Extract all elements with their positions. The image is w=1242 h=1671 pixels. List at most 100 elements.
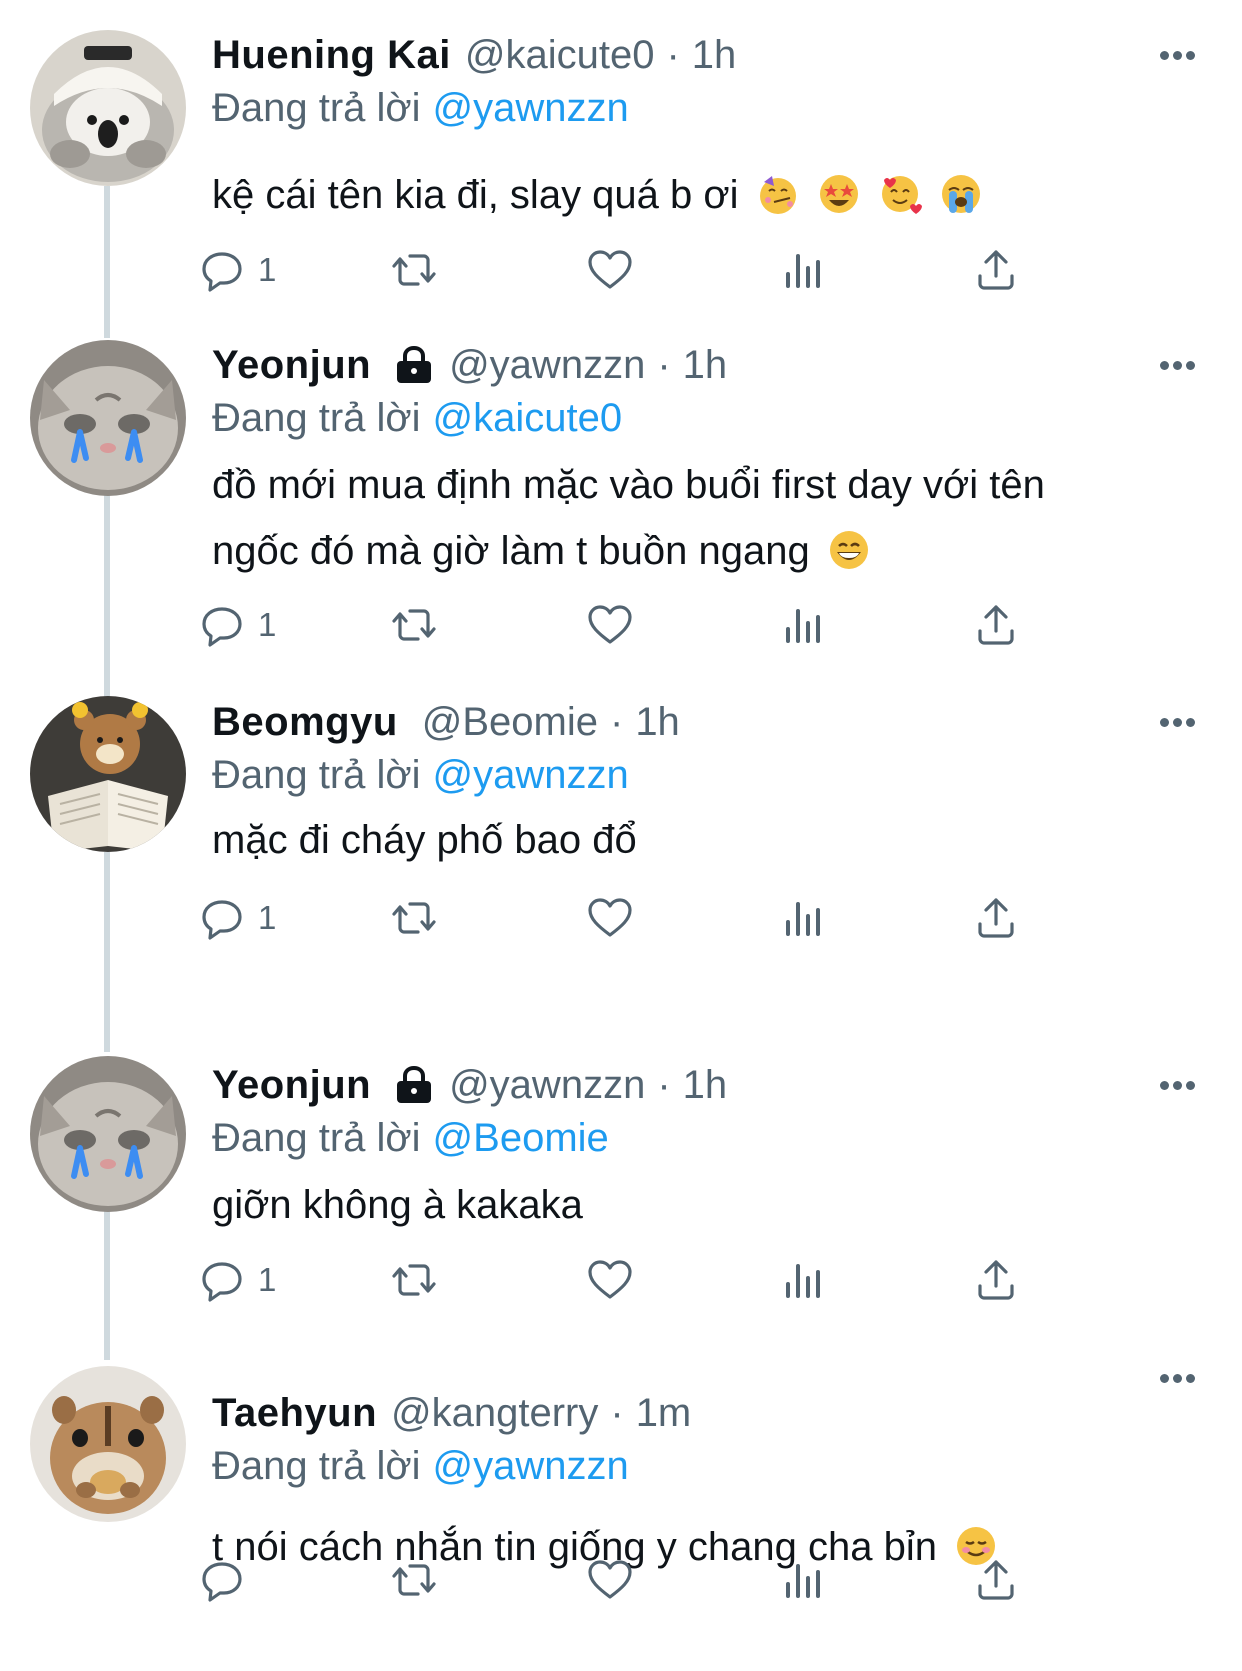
heart-icon <box>588 250 632 289</box>
separator-dot: · <box>609 699 624 744</box>
tweet-text-content: đồ mới mua định mặc vào buổi first day v… <box>212 463 1045 573</box>
more-options-icon[interactable] <box>1152 340 1202 390</box>
star-struck-emoji <box>819 175 858 213</box>
reply-button[interactable] <box>198 1550 258 1610</box>
tweet[interactable]: Huening Kai @kaicute0 · 1h Đang trả lời @… <box>0 0 1242 330</box>
like-button[interactable] <box>586 240 634 300</box>
tweet-actions: 1 <box>198 595 1038 655</box>
share-icon <box>978 250 1014 290</box>
reply-count: 1 <box>258 1261 277 1298</box>
retweet-button[interactable] <box>390 1250 438 1310</box>
display-name[interactable]: Huening Kai <box>212 33 451 78</box>
user-handle[interactable]: @yawnzzn <box>449 343 645 388</box>
share-button[interactable] <box>972 888 1020 948</box>
tweet-text: mặc đi cháy phố bao đổ <box>212 807 1202 873</box>
timestamp[interactable]: 1h <box>683 343 728 388</box>
views-button[interactable] <box>780 1550 828 1610</box>
tweet[interactable]: Yeonjun @yawnzzn · 1h Đang trả lời @kaicu… <box>0 330 1242 680</box>
reply-icon <box>202 900 242 940</box>
display-name[interactable]: Beomgyu <box>212 700 398 745</box>
share-button[interactable] <box>972 240 1020 300</box>
reply-count: 1 <box>258 899 277 936</box>
replying-to: Đang trả lời @yawnzzn <box>212 82 1202 134</box>
mention-link[interactable]: @yawnzzn <box>433 86 629 130</box>
crying-kitten-avatar[interactable] <box>30 1056 186 1212</box>
tweet-header: Huening Kai @kaicute0 · 1h <box>212 30 1202 80</box>
user-handle[interactable]: @kangterry <box>391 1391 598 1436</box>
reply-button[interactable]: 1 <box>198 1250 276 1310</box>
tweet[interactable]: Taehyun @kangterry · 1m Đang trả lời @yaw… <box>0 1360 1242 1671</box>
timestamp[interactable]: 1m <box>636 1391 692 1436</box>
tweet-text-content: mặc đi cháy phố bao đổ <box>212 818 637 862</box>
rilakkuma-book-avatar[interactable] <box>30 696 186 852</box>
more-options-icon[interactable] <box>1152 1060 1202 1110</box>
user-handle[interactable]: @yawnzzn <box>449 1063 645 1108</box>
tweet[interactable]: Yeonjun @yawnzzn · 1h Đang trả lời @Beomi… <box>0 1030 1242 1360</box>
smiling-face-with-hearts-emoji <box>881 176 922 214</box>
views-button[interactable] <box>780 595 828 655</box>
timestamp[interactable]: 1h <box>692 33 737 78</box>
views-button[interactable] <box>780 240 828 300</box>
partying-face-emoji <box>759 176 796 214</box>
bird-plush-avatar[interactable] <box>30 30 186 186</box>
retweet-icon <box>392 1564 436 1596</box>
share-button[interactable] <box>972 595 1020 655</box>
tweet-actions: 1 <box>198 1250 1038 1310</box>
mention-link[interactable]: @kaicute0 <box>433 396 623 440</box>
display-name[interactable]: Taehyun <box>212 1391 377 1436</box>
like-button[interactable] <box>586 888 634 948</box>
like-button[interactable] <box>586 1550 634 1610</box>
more-options-icon[interactable] <box>1152 1353 1202 1403</box>
reply-count: 1 <box>258 251 277 288</box>
replying-to: Đang trả lời @kaicute0 <box>212 392 1202 444</box>
heart-icon <box>588 1560 632 1599</box>
reply-button[interactable]: 1 <box>198 595 276 655</box>
heart-icon <box>588 1260 632 1299</box>
heart-icon <box>588 898 632 937</box>
grinning-face-emoji <box>829 531 868 569</box>
timestamp[interactable]: 1h <box>635 700 680 745</box>
display-name[interactable]: Yeonjun <box>212 1063 371 1108</box>
lock-icon <box>397 1065 432 1103</box>
views-button[interactable] <box>780 1250 828 1310</box>
tweet[interactable]: Beomgyu @Beomie · 1h Đang trả lời @yawnzz… <box>0 680 1242 1030</box>
replying-to-label: Đang trả lời <box>212 1116 421 1160</box>
user-handle[interactable]: @kaicute0 <box>465 33 655 78</box>
views-button[interactable] <box>780 888 828 948</box>
retweet-button[interactable] <box>390 595 438 655</box>
mention-link[interactable]: @yawnzzn <box>433 753 629 797</box>
tweet-text-content: giỡn không à kakaka <box>212 1183 583 1227</box>
tweet-actions: 1 <box>198 240 1038 300</box>
mention-link[interactable]: @Beomie <box>433 1116 609 1160</box>
replying-to-label: Đang trả lời <box>212 86 421 130</box>
chipmunk-avatar[interactable] <box>30 1366 186 1522</box>
retweet-button[interactable] <box>390 888 438 948</box>
tweet-text: đồ mới mua định mặc vào buổi first day v… <box>212 452 1112 584</box>
reply-button[interactable]: 1 <box>198 888 276 948</box>
analytics-icon <box>786 1264 820 1298</box>
user-handle[interactable]: @Beomie <box>422 700 598 745</box>
mention-link[interactable]: @yawnzzn <box>433 1444 629 1488</box>
retweet-button[interactable] <box>390 1550 438 1610</box>
analytics-icon <box>786 1564 820 1598</box>
share-button[interactable] <box>972 1250 1020 1310</box>
crying-kitten-avatar[interactable] <box>30 340 186 496</box>
like-button[interactable] <box>586 1250 634 1310</box>
timestamp[interactable]: 1h <box>683 1063 728 1108</box>
retweet-button[interactable] <box>390 240 438 300</box>
reply-icon <box>202 1262 242 1302</box>
more-options-icon[interactable] <box>1152 697 1202 747</box>
reply-button[interactable]: 1 <box>198 240 276 300</box>
heart-icon <box>588 605 632 644</box>
retweet-icon <box>392 1264 436 1296</box>
share-button[interactable] <box>972 1550 1020 1610</box>
like-button[interactable] <box>586 595 634 655</box>
tweet-header: Beomgyu @Beomie · 1h <box>212 697 1202 747</box>
lock-icon <box>397 345 432 383</box>
more-options-icon[interactable] <box>1152 30 1202 80</box>
replying-to-label: Đang trả lời <box>212 396 421 440</box>
replying-to: Đang trả lời @yawnzzn <box>212 1440 1202 1492</box>
tweet-text: kệ cái tên kia đi, slay quá b ơi <box>212 162 1202 228</box>
replying-to-label: Đang trả lời <box>212 753 421 797</box>
display-name[interactable]: Yeonjun <box>212 343 371 388</box>
